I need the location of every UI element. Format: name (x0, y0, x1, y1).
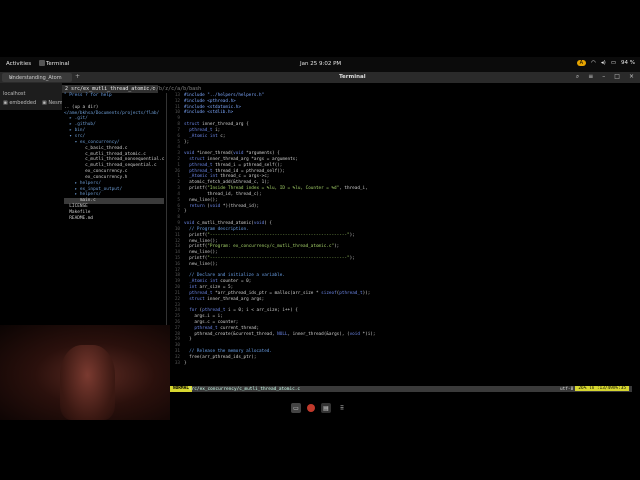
new-tab-icon[interactable]: + (75, 73, 80, 80)
files-dock-icon[interactable]: ▤ (321, 403, 331, 413)
statusline-position: 26% ln :13/49≡%:35 (575, 386, 629, 391)
tmux-path: t:/~/b/z/c/a/b/bash (144, 86, 202, 92)
statusline-file: src/ex_concurrency/c_mutli_thread_atomic… (189, 386, 301, 392)
window-controls: ⌕ ≡ – □ × (576, 73, 634, 81)
close-icon[interactable]: × (629, 73, 634, 81)
webcam-overlay (0, 325, 170, 420)
app-grid-icon[interactable]: ⠿ (337, 403, 347, 413)
browser-window-fragment: localhost ▣ embedded ▣ Nesm (0, 83, 63, 110)
code-line[interactable]: struct inner_thread_arg args; (184, 297, 264, 303)
browser-tab-label: Understanding_Atom (9, 74, 62, 81)
volume-icon: ◂) (600, 60, 606, 66)
tmux-tabline: 2 src/ex_mutli_thread_atomic.c t:/~/b/z/… (62, 85, 640, 93)
code-line[interactable]: } (184, 209, 187, 215)
close-tab-icon[interactable]: × (9, 75, 13, 81)
nerdtree-file-explorer: " Press ? for help.. (up a dir) </ame/bkh… (62, 93, 167, 325)
code-line[interactable]: return (void *)(thread_id); (184, 204, 259, 210)
terminal-dock-icon[interactable]: ▭ (291, 403, 301, 413)
bookmark-nesm[interactable]: ▣ Nesm (42, 100, 63, 106)
code-line[interactable]: #include <stdlib.h> (184, 110, 233, 116)
person-silhouette (60, 345, 115, 420)
tree-item[interactable]: README.md (64, 216, 93, 222)
code-line[interactable]: } (184, 337, 192, 343)
code-line[interactable]: _Atomic int c; (184, 134, 225, 140)
statusline-encoding: utf-8 (560, 386, 574, 392)
system-top-bar: Activities Terminal Jan 25 9:02 PM A ◠ ◂… (0, 57, 640, 72)
vim-statusline: NORMAL src/ex_concurrency/c_mutli_thread… (170, 386, 632, 392)
address-bar[interactable]: localhost (3, 91, 25, 97)
code-line[interactable]: new_line(); (184, 262, 217, 268)
minimize-icon[interactable]: – (602, 73, 605, 81)
browser-dock-icon[interactable] (307, 404, 315, 412)
code-line[interactable]: }; (184, 140, 189, 146)
code-line[interactable]: free(arr_pthread_ids_ptr); (184, 355, 256, 361)
window-title: Terminal (339, 74, 366, 80)
browser-tab[interactable]: Understanding_Atom × (2, 73, 72, 82)
line-number: 33 (174, 360, 180, 366)
input-method-badge[interactable]: A (576, 60, 587, 66)
system-status-area[interactable]: A ◠ ◂) ▭ 94 % (576, 60, 635, 66)
tree-item[interactable]: " Press ? for help (64, 93, 112, 99)
wifi-icon: ◠ (591, 60, 596, 66)
menu-icon[interactable]: ≡ (588, 73, 593, 81)
maximize-icon[interactable]: □ (614, 73, 620, 81)
clock[interactable]: Jan 25 9:02 PM (300, 61, 341, 67)
battery-percent: 94 % (621, 60, 635, 66)
code-line[interactable]: } (184, 361, 187, 367)
terminal-app-icon (39, 60, 45, 66)
code-line[interactable]: pthread_create(&current_thread, NULL, in… (184, 332, 375, 338)
search-icon[interactable]: ⌕ (576, 73, 579, 81)
app-menu-terminal[interactable]: Terminal (46, 61, 69, 67)
bookmark-label-2: Nesm (48, 100, 63, 106)
dock: ▭ ▤ ⠿ (291, 403, 347, 413)
battery-icon: ▭ (610, 60, 617, 66)
code-editor[interactable]: 13 #include "../helpers/helpers.h" 12 #incl… (170, 93, 632, 385)
bookmark-label: embedded (9, 100, 37, 106)
activities-button[interactable]: Activities (6, 61, 31, 67)
bookmark-embedded[interactable]: ▣ embedded (3, 100, 36, 106)
terminal-titlebar: Understanding_Atom × + Terminal ⌕ ≡ – □ … (0, 72, 640, 83)
